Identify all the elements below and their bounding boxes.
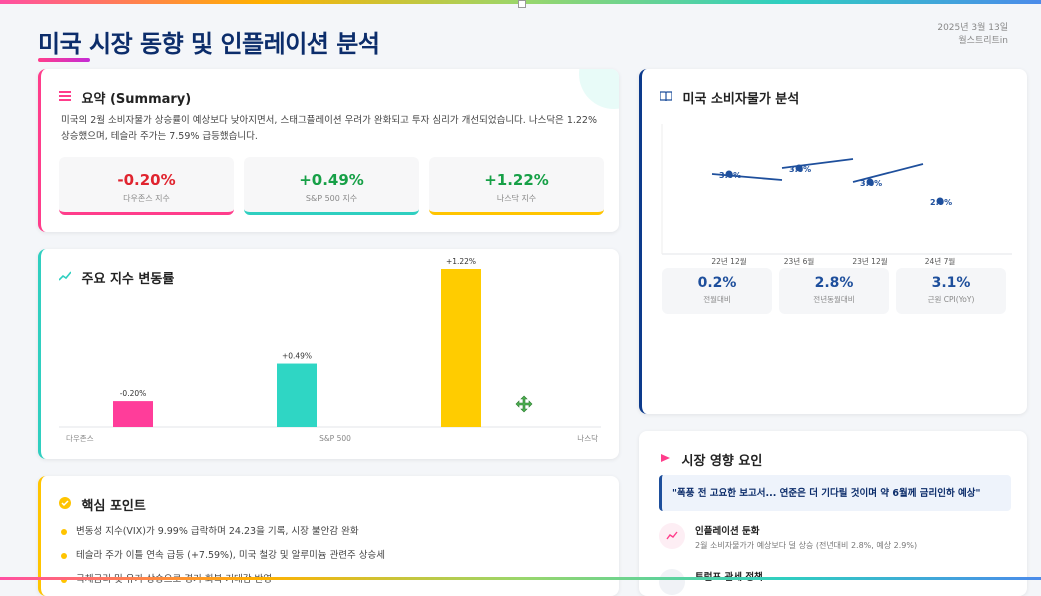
cpi-point-label: 3.0% — [860, 179, 882, 188]
stat-value: +1.22% — [484, 171, 549, 189]
x-tick-label: S&P 500 — [319, 434, 351, 443]
cpi-stat-mom: 0.2% 전월대비 — [662, 268, 772, 314]
list-icon — [59, 90, 71, 105]
bar-data-label: -0.20% — [120, 389, 147, 398]
title-underline — [38, 58, 90, 62]
bar-data-label: +0.49% — [282, 352, 312, 361]
trend-icon — [659, 523, 685, 549]
index-chart-card: 주요 지수 변동률 -0.20% +0.49% +1.22% 다우존스 S&P 500 나… — [38, 249, 619, 459]
key-points-title: 핵심 포인트 — [81, 499, 146, 514]
page-title: 미국 시장 동향 및 인플레이션 분석 — [38, 30, 380, 58]
cpi-line-chart: 3.0% 3.0% 3.0% 2.9% 22년 12월 23년 6월 23년 12월 24년 … — [661, 124, 1012, 266]
summary-card: 요약 (Summary) 미국의 2월 소비자물가 상승률이 예상보다 낮아지면… — [38, 69, 619, 232]
cpi-point-label: 3.0% — [719, 171, 741, 180]
summary-stat-card: +0.49% S&P 500 지수 — [244, 157, 419, 215]
stat-label: 나스닥 지수 — [496, 194, 537, 203]
report-source: 월스트리트in — [958, 36, 1008, 46]
factors-title-row: 시장 영향 요인 — [661, 450, 762, 469]
summary-stat-card: +1.22% 나스닥 지수 — [429, 157, 604, 215]
report-meta: 2025년 3월 13일 월스트리트in — [937, 22, 1008, 48]
key-point-item: 테슬라 주가 이틀 연속 급등 (+7.59%), 미국 철강 및 알루미늄 관… — [61, 547, 385, 561]
stat-value: +0.49% — [299, 171, 364, 189]
summary-title-row: 요약 (Summary) — [59, 88, 191, 107]
market-factors-card: 시장 영향 요인 "폭풍 전 고요한 보고서... 연준은 더 기다릴 것이며 … — [639, 431, 1027, 596]
bar — [113, 401, 153, 427]
x-tick-label: 24년 7월 — [925, 256, 956, 266]
corner-decoration — [579, 69, 619, 109]
key-title-row: 핵심 포인트 — [59, 495, 146, 514]
x-tick-label: 다우존스 — [66, 434, 94, 443]
bar — [441, 269, 481, 427]
x-tick-label: 23년 6월 — [784, 256, 815, 266]
summary-stat-card: -0.20% 다우존스 지수 — [59, 157, 234, 215]
cpi-point-label: 2.9% — [930, 198, 952, 207]
cpi-card: 미국 소비자물가 분석 3.0% 3.0% 3.0% 2.9% 22년 12월 23년 6… — [639, 69, 1027, 414]
stat-label: S&P 500 지수 — [305, 194, 358, 203]
x-tick-label: 23년 12월 — [852, 256, 887, 266]
stat-label: 다우존스 지수 — [123, 194, 170, 203]
summary-title: 요약 (Summary) — [81, 92, 192, 107]
resize-handle[interactable] — [518, 0, 526, 8]
cpi-stat-core: 3.1% 근원 CPI(YoY) — [896, 268, 1006, 314]
bar-data-label: +1.22% — [446, 257, 476, 266]
x-tick-label: 22년 12월 — [711, 256, 746, 266]
cpi-point-label: 3.0% — [789, 165, 811, 174]
fed-quote: "폭풍 전 고요한 보고서... 연준은 더 기다릴 것이며 약 6월께 금리인… — [659, 475, 1011, 511]
x-tick-label: 나스닥 — [577, 433, 598, 443]
check-circle-icon — [59, 496, 71, 513]
flag-icon — [661, 452, 671, 467]
key-point-item: 변동성 지수(VIX)가 9.99% 급락하며 24.23을 기록, 시장 불안… — [61, 523, 359, 537]
bar — [277, 363, 317, 427]
move-cursor-icon — [515, 395, 533, 413]
factors-title: 시장 영향 요인 — [681, 454, 763, 469]
cpi-stat-yoy: 2.8% 전년동월대비 — [779, 268, 889, 314]
tariff-icon — [659, 569, 685, 595]
index-bar-chart: -0.20% +0.49% +1.22% 다우존스 S&P 500 나스닥 — [59, 257, 601, 443]
summary-text: 미국의 2월 소비자물가 상승률이 예상보다 낮아지면서, 스태그플레이션 우려… — [61, 115, 598, 142]
report-date: 2025년 3월 13일 — [937, 23, 1008, 33]
stat-value: -0.20% — [117, 171, 176, 189]
